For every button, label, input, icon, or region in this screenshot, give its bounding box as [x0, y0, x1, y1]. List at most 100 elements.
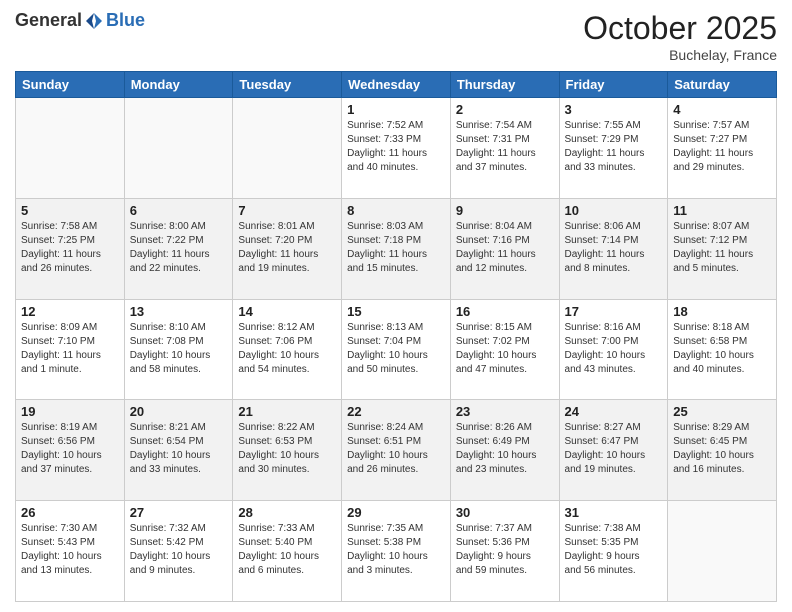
calendar-row-0: 1Sunrise: 7:52 AM Sunset: 7:33 PM Daylig… — [16, 98, 777, 199]
day-info: Sunrise: 8:22 AM Sunset: 6:53 PM Dayligh… — [238, 421, 336, 477]
table-cell: 2Sunrise: 7:54 AM Sunset: 7:31 PM Daylig… — [450, 98, 559, 199]
day-info: Sunrise: 8:18 AM Sunset: 6:58 PM Dayligh… — [673, 321, 771, 377]
day-number: 6 — [130, 203, 228, 218]
table-cell: 27 Sunrise: 7:32 AM Sunset: 5:42 PM Dayli… — [124, 501, 233, 602]
month-title: October 2025 — [583, 10, 777, 47]
day-number: 7 — [238, 203, 336, 218]
day-info: Sunrise: 8:12 AM Sunset: 7:06 PM Dayligh… — [238, 321, 336, 377]
day-info: Sunrise: 7:55 AM Sunset: 7:29 PM Dayligh… — [565, 119, 663, 175]
logo-icon — [84, 11, 104, 31]
day-number: 13 — [130, 304, 228, 319]
day-info: Sunrise: 8:29 AM Sunset: 6:45 PM Dayligh… — [673, 421, 771, 477]
calendar-row-4: 26 Sunrise: 7:30 AM Sunset: 5:43 PM Dayli… — [16, 501, 777, 602]
day-number: 2 — [456, 102, 554, 117]
table-cell — [16, 98, 125, 199]
calendar-table: Sunday Monday Tuesday Wednesday Thursday… — [15, 71, 777, 602]
day-number: 22 — [347, 404, 445, 419]
table-cell: 26 Sunrise: 7:30 AM Sunset: 5:43 PM Dayli… — [16, 501, 125, 602]
table-cell: 14 Sunrise: 8:12 AM Sunset: 7:06 PM Dayli… — [233, 299, 342, 400]
header: General Blue October 2025 Buchelay, Fran… — [15, 10, 777, 63]
day-info: Sunrise: 8:15 AM Sunset: 7:02 PM Dayligh… — [456, 321, 554, 377]
day-number: 26 — [21, 505, 119, 520]
header-thursday: Thursday — [450, 72, 559, 98]
table-cell: 12 Sunrise: 8:09 AM Sunset: 7:10 PM Dayli… — [16, 299, 125, 400]
day-info: Sunrise: 8:26 AM Sunset: 6:49 PM Dayligh… — [456, 421, 554, 477]
day-number: 18 — [673, 304, 771, 319]
table-cell: 13 Sunrise: 8:10 AM Sunset: 7:08 PM Dayli… — [124, 299, 233, 400]
day-info: Sunrise: 8:16 AM Sunset: 7:00 PM Dayligh… — [565, 321, 663, 377]
day-number: 30 — [456, 505, 554, 520]
day-number: 4 — [673, 102, 771, 117]
day-info: Sunrise: 8:27 AM Sunset: 6:47 PM Dayligh… — [565, 421, 663, 477]
day-info: Sunrise: 8:13 AM Sunset: 7:04 PM Dayligh… — [347, 321, 445, 377]
day-number: 17 — [565, 304, 663, 319]
calendar-row-1: 5Sunrise: 7:58 AM Sunset: 7:25 PM Daylig… — [16, 198, 777, 299]
calendar-header-row: Sunday Monday Tuesday Wednesday Thursday… — [16, 72, 777, 98]
table-cell: 31 Sunrise: 7:38 AM Sunset: 5:35 PM Dayli… — [559, 501, 668, 602]
day-info: Sunrise: 8:09 AM Sunset: 7:10 PM Dayligh… — [21, 321, 119, 377]
header-tuesday: Tuesday — [233, 72, 342, 98]
day-number: 14 — [238, 304, 336, 319]
page: General Blue October 2025 Buchelay, Fran… — [0, 0, 792, 612]
table-cell: 7 Sunrise: 8:01 AM Sunset: 7:20 PM Daylig… — [233, 198, 342, 299]
day-number: 28 — [238, 505, 336, 520]
day-number: 1 — [347, 102, 445, 117]
table-cell — [233, 98, 342, 199]
day-info: Sunrise: 8:19 AM Sunset: 6:56 PM Dayligh… — [21, 421, 119, 477]
table-cell: 10Sunrise: 8:06 AM Sunset: 7:14 PM Dayli… — [559, 198, 668, 299]
table-cell: 6Sunrise: 8:00 AM Sunset: 7:22 PM Daylig… — [124, 198, 233, 299]
header-wednesday: Wednesday — [342, 72, 451, 98]
day-number: 8 — [347, 203, 445, 218]
table-cell: 5Sunrise: 7:58 AM Sunset: 7:25 PM Daylig… — [16, 198, 125, 299]
day-number: 27 — [130, 505, 228, 520]
header-saturday: Saturday — [668, 72, 777, 98]
table-cell — [124, 98, 233, 199]
day-info: Sunrise: 7:30 AM Sunset: 5:43 PM Dayligh… — [21, 522, 119, 578]
day-info: Sunrise: 8:04 AM Sunset: 7:16 PM Dayligh… — [456, 220, 554, 276]
day-number: 15 — [347, 304, 445, 319]
table-cell: 19 Sunrise: 8:19 AM Sunset: 6:56 PM Dayli… — [16, 400, 125, 501]
day-number: 19 — [21, 404, 119, 419]
day-info: Sunrise: 8:21 AM Sunset: 6:54 PM Dayligh… — [130, 421, 228, 477]
day-number: 31 — [565, 505, 663, 520]
day-number: 3 — [565, 102, 663, 117]
day-info: Sunrise: 8:24 AM Sunset: 6:51 PM Dayligh… — [347, 421, 445, 477]
logo-text: General Blue — [15, 10, 145, 31]
table-cell: 16 Sunrise: 8:15 AM Sunset: 7:02 PM Dayli… — [450, 299, 559, 400]
table-cell: 28Sunrise: 7:33 AM Sunset: 5:40 PM Dayli… — [233, 501, 342, 602]
table-cell: 20 Sunrise: 8:21 AM Sunset: 6:54 PM Dayli… — [124, 400, 233, 501]
table-cell: 30Sunrise: 7:37 AM Sunset: 5:36 PM Dayli… — [450, 501, 559, 602]
day-info: Sunrise: 7:38 AM Sunset: 5:35 PM Dayligh… — [565, 522, 663, 578]
day-number: 9 — [456, 203, 554, 218]
table-cell: 22 Sunrise: 8:24 AM Sunset: 6:51 PM Dayli… — [342, 400, 451, 501]
table-cell: 25 Sunrise: 8:29 AM Sunset: 6:45 PM Dayli… — [668, 400, 777, 501]
table-cell: 15 Sunrise: 8:13 AM Sunset: 7:04 PM Dayli… — [342, 299, 451, 400]
table-cell: 18 Sunrise: 8:18 AM Sunset: 6:58 PM Dayli… — [668, 299, 777, 400]
day-info: Sunrise: 8:01 AM Sunset: 7:20 PM Dayligh… — [238, 220, 336, 276]
day-info: Sunrise: 8:03 AM Sunset: 7:18 PM Dayligh… — [347, 220, 445, 276]
calendar-row-2: 12 Sunrise: 8:09 AM Sunset: 7:10 PM Dayli… — [16, 299, 777, 400]
table-cell: 9 Sunrise: 8:04 AM Sunset: 7:16 PM Daylig… — [450, 198, 559, 299]
day-number: 24 — [565, 404, 663, 419]
day-number: 16 — [456, 304, 554, 319]
location: Buchelay, France — [583, 47, 777, 63]
day-number: 23 — [456, 404, 554, 419]
table-cell: 21 Sunrise: 8:22 AM Sunset: 6:53 PM Dayli… — [233, 400, 342, 501]
header-monday: Monday — [124, 72, 233, 98]
day-number: 21 — [238, 404, 336, 419]
day-number: 20 — [130, 404, 228, 419]
day-info: Sunrise: 7:32 AM Sunset: 5:42 PM Dayligh… — [130, 522, 228, 578]
day-number: 10 — [565, 203, 663, 218]
table-cell — [668, 501, 777, 602]
title-block: October 2025 Buchelay, France — [583, 10, 777, 63]
day-info: Sunrise: 7:57 AM Sunset: 7:27 PM Dayligh… — [673, 119, 771, 175]
header-friday: Friday — [559, 72, 668, 98]
day-number: 12 — [21, 304, 119, 319]
day-info: Sunrise: 8:10 AM Sunset: 7:08 PM Dayligh… — [130, 321, 228, 377]
day-info: Sunrise: 7:58 AM Sunset: 7:25 PM Dayligh… — [21, 220, 119, 276]
table-cell: 1Sunrise: 7:52 AM Sunset: 7:33 PM Daylig… — [342, 98, 451, 199]
day-number: 25 — [673, 404, 771, 419]
table-cell: 4 Sunrise: 7:57 AM Sunset: 7:27 PM Daylig… — [668, 98, 777, 199]
header-sunday: Sunday — [16, 72, 125, 98]
day-info: Sunrise: 7:35 AM Sunset: 5:38 PM Dayligh… — [347, 522, 445, 578]
